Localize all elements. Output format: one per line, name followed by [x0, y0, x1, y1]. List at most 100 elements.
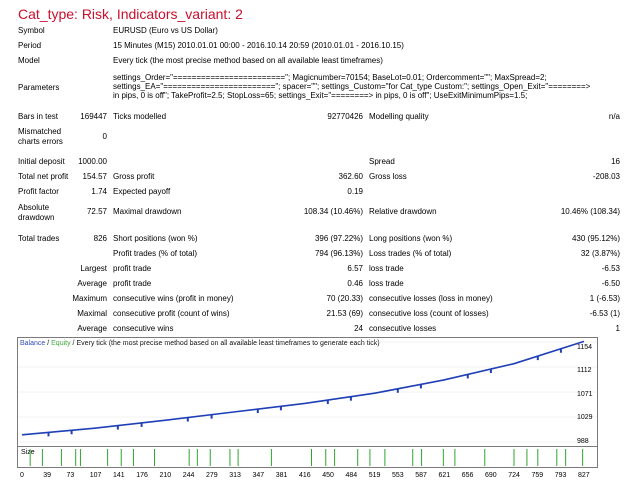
x-tick: 656	[461, 472, 474, 479]
report-title: Cat_type: Risk, Indicators_variant: 2	[18, 6, 243, 22]
balance-line	[21, 340, 585, 436]
average2-label: Average	[77, 324, 107, 333]
max-consecutive-wins-label: consecutive wins (profit in money)	[113, 294, 234, 303]
y-tick: 1154	[577, 344, 593, 351]
largest-loss-label: loss trade	[369, 264, 404, 273]
gross-profit-value: 362.60	[338, 172, 363, 181]
absolute-drawdown-label-1: Absolute	[18, 203, 50, 212]
absolute-drawdown-label-2: drawdown	[18, 213, 55, 222]
x-tick: 793	[554, 472, 567, 479]
period-value: 15 Minutes (M15) 2010.01.01 00:00 - 2016…	[113, 41, 404, 50]
x-tick: 553	[392, 472, 404, 479]
x-tick: 484	[345, 472, 358, 479]
bars-label: Bars in test	[18, 112, 59, 121]
absolute-drawdown-value: 72.57	[86, 207, 107, 216]
average-profit-value: 0.46	[347, 279, 363, 288]
maximal-label: Maximal	[77, 309, 107, 318]
x-tick: 210	[159, 472, 172, 479]
relative-drawdown-value: 10.46% (108.34)	[560, 207, 620, 216]
x-tick: 450	[322, 472, 334, 479]
maximal-consecutive-loss-value: -6.53 (1)	[589, 309, 620, 318]
average-consecutive-wins-label: consecutive wins	[113, 324, 174, 333]
profit-trades-label: Profit trades (% of total)	[113, 249, 198, 258]
x-tick: 621	[438, 472, 451, 479]
expected-payoff-value: 0.19	[347, 187, 363, 196]
symbol-label: Symbol	[18, 26, 45, 35]
x-tick: 587	[415, 472, 427, 479]
balance-plot	[18, 340, 597, 443]
x-tick: 176	[136, 472, 148, 479]
spread-value: 16	[611, 157, 620, 166]
x-tick: 759	[531, 472, 544, 479]
loss-trades-label: Loss trades (% of total)	[369, 249, 452, 258]
gross-loss-label: Gross loss	[369, 172, 407, 181]
ticks-value: 92770426	[327, 112, 363, 121]
maximal-consecutive-loss-label: consecutive loss (count of losses)	[369, 309, 489, 318]
max-consecutive-losses-value: 1 (-6.53)	[589, 294, 620, 303]
deposit-value: 1000.00	[78, 157, 107, 166]
largest-profit-value: 6.57	[347, 264, 363, 273]
mismatched-value: 0	[102, 132, 107, 141]
largest-loss-value: -6.53	[601, 264, 620, 273]
x-tick: 827	[578, 472, 590, 479]
parameters-label: Parameters	[18, 83, 60, 92]
x-tick: 313	[229, 472, 241, 479]
maximum-label: Maximum	[72, 294, 107, 303]
largest-label: Largest	[80, 264, 107, 273]
spread-label: Spread	[369, 157, 395, 166]
model-label: Model	[18, 56, 40, 65]
bars-value: 169447	[80, 112, 107, 121]
x-tick: 39	[43, 472, 52, 479]
expected-payoff-label: Expected payoff	[113, 187, 171, 196]
y-tick: 988	[577, 438, 589, 445]
average-profit-label: profit trade	[113, 279, 152, 288]
x-tick: 141	[113, 472, 125, 479]
gross-profit-label: Gross profit	[113, 172, 155, 181]
x-tick: 0	[20, 472, 24, 479]
maximal-consecutive-profit-label: consecutive profit (count of wins)	[113, 309, 230, 318]
average-consecutive-losses-label: consecutive losses	[369, 324, 437, 333]
size-panel: Size	[17, 446, 598, 468]
relative-drawdown-label: Relative drawdown	[369, 207, 437, 216]
parameters-line-3: in pips, 0 is off"; TakeProfit=2.5; Stop…	[113, 91, 528, 100]
max-consecutive-losses-label: consecutive losses (loss in money)	[369, 294, 493, 303]
mismatched-label-1: Mismatched	[18, 127, 62, 136]
size-plot	[29, 449, 584, 466]
x-tick: 690	[485, 472, 497, 479]
x-tick: 107	[89, 472, 102, 479]
x-tick: 519	[368, 472, 381, 479]
quality-label: Modelling quality	[369, 112, 429, 121]
net-profit-value: 154.57	[82, 172, 107, 181]
x-tick: 279	[206, 472, 218, 479]
maximal-consecutive-profit-value: 21.53 (69)	[326, 309, 363, 318]
average-loss-label: loss trade	[369, 279, 404, 288]
long-positions-value: 430 (95.12%)	[571, 234, 620, 243]
y-tick: 1071	[577, 391, 593, 398]
x-tick: 416	[299, 472, 311, 479]
period-label: Period	[18, 41, 42, 50]
short-positions-value: 396 (97.22%)	[314, 234, 363, 243]
total-trades-label: Total trades	[18, 234, 60, 243]
quality-value: n/a	[608, 112, 620, 121]
symbol-value: EURUSD (Euro vs US Dollar)	[113, 26, 218, 35]
average-label: Average	[77, 279, 107, 288]
x-tick: 381	[275, 472, 288, 479]
average-consecutive-wins-value: 24	[354, 324, 363, 333]
loss-trades-value: 32 (3.87%)	[580, 249, 620, 258]
y-tick: 1112	[577, 367, 592, 374]
y-tick: 1029	[577, 414, 593, 421]
profit-factor-value: 1.74	[91, 187, 107, 196]
largest-profit-label: profit trade	[113, 264, 152, 273]
maximal-drawdown-value: 108.34 (10.46%)	[303, 207, 363, 216]
mismatched-label-2: charts errors	[18, 137, 63, 146]
x-tick: 244	[182, 472, 195, 479]
gross-loss-value: -208.03	[592, 172, 620, 181]
profit-trades-value: 794 (96.13%)	[314, 249, 363, 258]
ticks-label: Ticks modelled	[113, 112, 167, 121]
max-consecutive-wins-value: 70 (20.33)	[326, 294, 363, 303]
short-positions-label: Short positions (won %)	[113, 234, 198, 243]
balance-chart: Balance / Equity / Every tick (the most …	[17, 337, 598, 447]
total-trades-value: 826	[93, 234, 107, 243]
x-tick: 347	[252, 472, 265, 479]
model-value: Every tick (the most precise method base…	[113, 56, 383, 65]
